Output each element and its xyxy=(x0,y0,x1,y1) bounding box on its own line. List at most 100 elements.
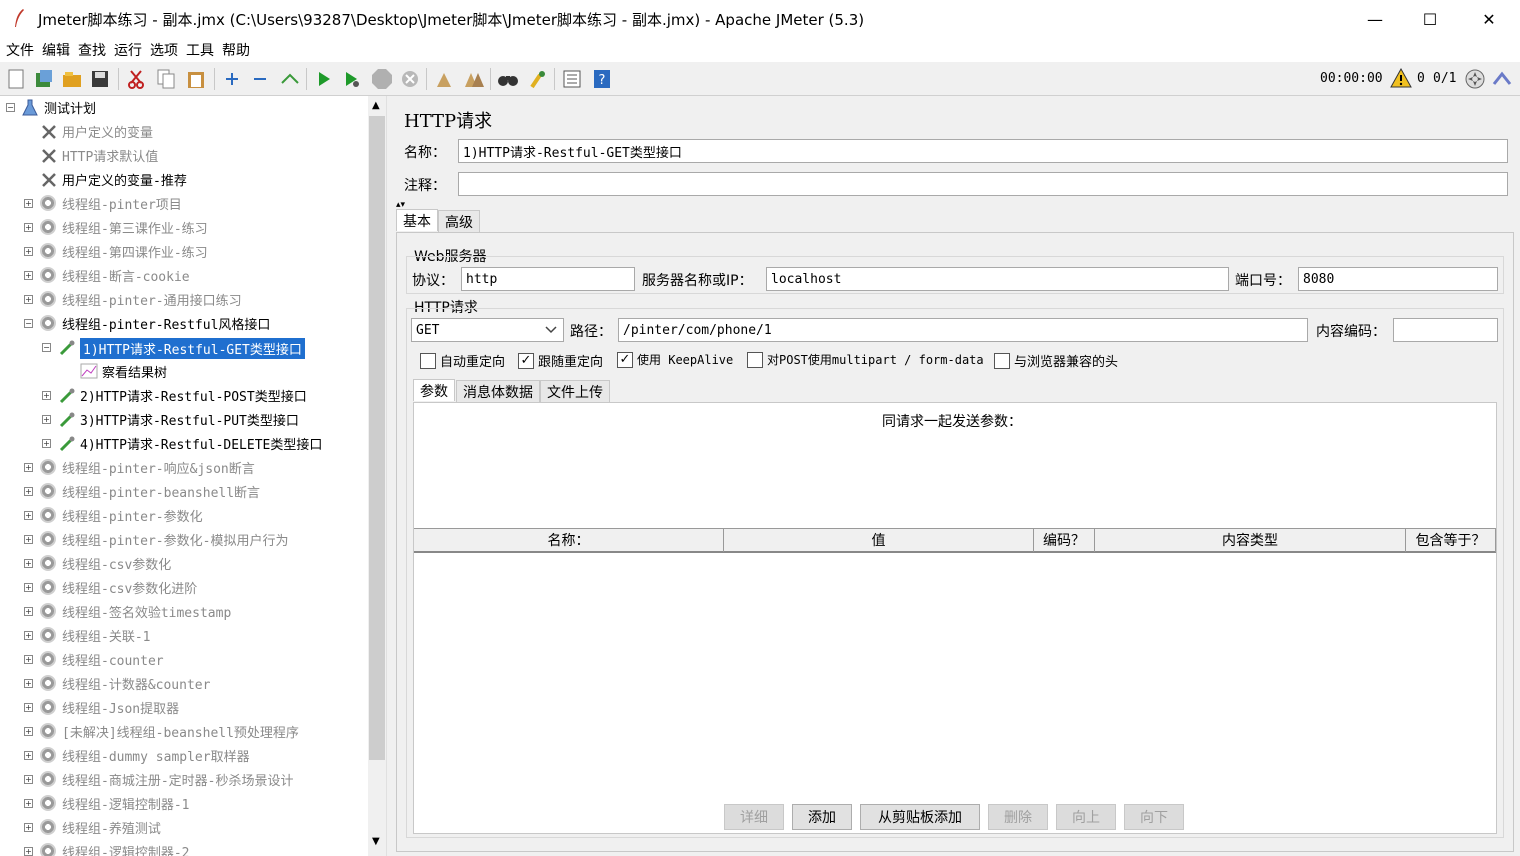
expand-icon[interactable]: + xyxy=(24,727,33,736)
tree-item[interactable]: + 线程组-pinter-参数化-模拟用户行为 xyxy=(0,528,368,552)
clear-icon[interactable] xyxy=(432,67,456,91)
tree-item[interactable]: + 线程组-签名效验timestamp xyxy=(0,600,368,624)
expand-icon[interactable]: + xyxy=(24,655,33,664)
tree-item-label[interactable]: 线程组-pinter-参数化-模拟用户行为 xyxy=(62,530,288,549)
tree-item-label[interactable]: 线程组-pinter-参数化 xyxy=(62,506,203,525)
expand-icon[interactable]: + xyxy=(24,223,33,232)
tree-item-label[interactable]: 线程组-断言-cookie xyxy=(62,266,190,285)
tree-scrollbar[interactable]: ▲ ▼ xyxy=(368,96,386,856)
expand-icon[interactable]: + xyxy=(24,511,33,520)
tab-advanced[interactable]: 高级 xyxy=(438,210,480,232)
column-content-type[interactable]: 内容类型 xyxy=(1095,528,1406,552)
auto-redirect-checkbox[interactable]: 自动重定向 xyxy=(420,351,505,370)
tree-item-label[interactable]: 线程组-pinter-beanshell断言 xyxy=(62,482,260,501)
encoding-field[interactable] xyxy=(1393,318,1498,342)
expand-icon[interactable]: + xyxy=(42,415,51,424)
params-table-body[interactable] xyxy=(414,553,1496,833)
expand-icon[interactable]: + xyxy=(24,487,33,496)
protocol-field[interactable]: http xyxy=(461,267,635,291)
tree-item-label[interactable]: 线程组-pinter-Restful风格接口 xyxy=(62,314,270,333)
tree-item[interactable]: 用户定义的变量 xyxy=(0,120,368,144)
clear-all-icon[interactable] xyxy=(462,67,486,91)
tree-item-label[interactable]: [未解决]线程组-beanshell预处理程序 xyxy=(62,722,299,741)
collapse-icon[interactable]: − xyxy=(24,319,33,328)
menu-file[interactable]: 文件 xyxy=(6,40,34,60)
tree-item[interactable]: − 1)HTTP请求-Restful-GET类型接口 xyxy=(0,336,368,360)
down-button[interactable]: 向下 xyxy=(1124,804,1184,830)
tree-item[interactable]: + 线程组-第四课作业-练习 xyxy=(0,240,368,264)
checkmark-icon[interactable]: ✓ xyxy=(518,352,534,369)
start-icon[interactable] xyxy=(312,67,336,91)
tree-item[interactable]: +3)HTTP请求-Restful-PUT类型接口 xyxy=(0,408,368,432)
add-from-clipboard-button[interactable]: 从剪贴板添加 xyxy=(860,804,980,830)
tree-item[interactable]: + 线程组-csv参数化 xyxy=(0,552,368,576)
tree-item-label[interactable]: 线程组-养殖测试 xyxy=(62,818,161,837)
menu-edit[interactable]: 编辑 xyxy=(42,40,70,60)
tree-item[interactable]: + 线程组-dummy sampler取样器 xyxy=(0,744,368,768)
tree-item[interactable]: + 线程组-计数器&counter xyxy=(0,672,368,696)
multipart-checkbox[interactable]: 对POST使用multipart / form-data xyxy=(747,351,984,368)
expand-icon[interactable]: + xyxy=(24,271,33,280)
tree-item[interactable]: − 测试计划 xyxy=(0,96,368,120)
tree-item-label[interactable]: 线程组-第四课作业-练习 xyxy=(62,242,208,261)
tree-item-label[interactable]: 线程组-逻辑控制器-2 xyxy=(62,842,189,856)
templates-icon[interactable] xyxy=(32,67,56,91)
tree-item[interactable]: + 线程组-csv参数化进阶 xyxy=(0,576,368,600)
tree-item[interactable]: +4)HTTP请求-Restful-DELETE类型接口 xyxy=(0,432,368,456)
tree-item-label[interactable]: 线程组-pinter-通用接口练习 xyxy=(62,290,242,309)
follow-redirect-checkbox[interactable]: ✓ 跟随重定向 xyxy=(518,351,603,370)
tree-item-label[interactable]: 4)HTTP请求-Restful-DELETE类型接口 xyxy=(80,434,322,453)
tree-item[interactable]: + 线程组-pinter-参数化 xyxy=(0,504,368,528)
function-helper-icon[interactable] xyxy=(560,67,584,91)
expand-icon[interactable]: + xyxy=(42,439,51,448)
tree-item-label[interactable]: 3)HTTP请求-Restful-PUT类型接口 xyxy=(80,410,299,429)
maximize-button[interactable]: ☐ xyxy=(1401,0,1459,38)
tree-item[interactable]: +2)HTTP请求-Restful-POST类型接口 xyxy=(0,384,368,408)
tree-item[interactable]: + 线程组-关联-1 xyxy=(0,624,368,648)
up-button[interactable]: 向上 xyxy=(1056,804,1116,830)
minimize-button[interactable]: — xyxy=(1346,0,1404,38)
server-field[interactable]: localhost xyxy=(766,267,1229,291)
toggle-icon[interactable] xyxy=(278,67,302,91)
tree-item[interactable]: 察看结果树 xyxy=(0,360,368,384)
tree-item[interactable]: + 线程组-断言-cookie xyxy=(0,264,368,288)
path-field[interactable]: /pinter/com/phone/1 xyxy=(618,318,1308,342)
tree-item-label[interactable]: 用户定义的变量-推荐 xyxy=(62,170,187,189)
tree-item-label[interactable]: 线程组-计数器&counter xyxy=(62,674,210,693)
comment-field[interactable] xyxy=(458,172,1508,196)
scroll-up-arrow-icon[interactable]: ▲ xyxy=(372,100,380,111)
tree-item-label[interactable]: 线程组-pinter-响应&json断言 xyxy=(62,458,255,477)
tree-item-label[interactable]: 2)HTTP请求-Restful-POST类型接口 xyxy=(80,386,307,405)
tree-item-label[interactable]: 线程组-签名效验timestamp xyxy=(62,602,231,621)
copy-icon[interactable] xyxy=(154,67,178,91)
column-include-equals[interactable]: 包含等于？ xyxy=(1406,528,1496,552)
tree-item-label[interactable]: 线程组-csv参数化进阶 xyxy=(62,578,197,597)
scroll-down-arrow-icon[interactable]: ▼ xyxy=(372,836,380,847)
menu-help[interactable]: 帮助 xyxy=(222,40,250,60)
tree-item-label[interactable]: 线程组-Json提取器 xyxy=(62,698,179,717)
tree-item-label[interactable]: 线程组-pinter项目 xyxy=(62,194,182,213)
name-field[interactable]: 1)HTTP请求-Restful-GET类型接口 xyxy=(458,139,1508,163)
expand-icon[interactable]: + xyxy=(24,775,33,784)
expand-icon[interactable]: + xyxy=(24,631,33,640)
tree-item-label[interactable]: 线程组-关联-1 xyxy=(62,626,150,645)
close-button[interactable]: ✕ xyxy=(1460,0,1518,38)
tab-basic[interactable]: 基本 xyxy=(396,209,438,231)
checkbox-box[interactable] xyxy=(994,352,1010,369)
method-select[interactable]: GET xyxy=(411,318,564,342)
expand-icon[interactable]: + xyxy=(24,703,33,712)
tree-item[interactable]: + 线程组-逻辑控制器-1 xyxy=(0,792,368,816)
tree-item-label[interactable]: 用户定义的变量 xyxy=(62,122,153,141)
column-name[interactable]: 名称： xyxy=(414,528,724,552)
tree-item-label[interactable]: 线程组-csv参数化 xyxy=(62,554,171,573)
tree-item[interactable]: + 线程组-Json提取器 xyxy=(0,696,368,720)
collapse-icon[interactable]: − xyxy=(42,343,51,352)
tree-item-label[interactable]: 线程组-dummy sampler取样器 xyxy=(62,746,250,765)
expand-icon[interactable]: + xyxy=(24,823,33,832)
expand-icon[interactable]: + xyxy=(42,391,51,400)
collapse-all-icon[interactable] xyxy=(248,67,272,91)
port-field[interactable]: 8080 xyxy=(1298,267,1498,291)
log-viewer-icon[interactable] xyxy=(1492,70,1512,92)
expand-icon[interactable]: + xyxy=(24,535,33,544)
expand-icon[interactable]: + xyxy=(24,847,33,856)
